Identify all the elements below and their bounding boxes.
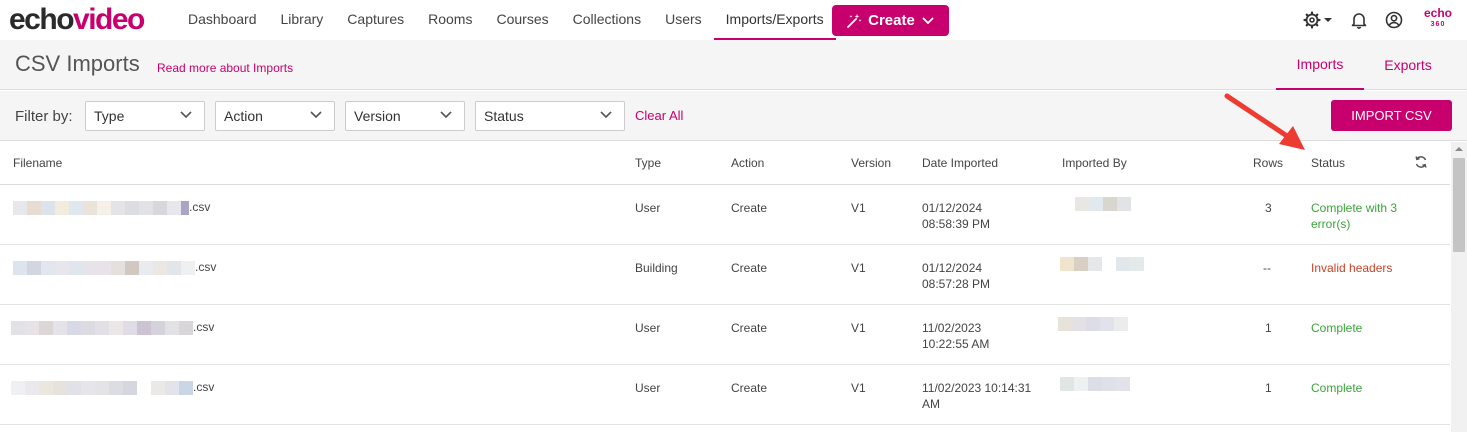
date-imported-cell: 01/12/2024 08:57:28 PM (922, 261, 991, 291)
table-row[interactable]: .csv Building Create V1 01/12/2024 08:57… (0, 245, 1450, 305)
action-cell: Create (731, 201, 768, 215)
version-cell: V1 (851, 261, 866, 275)
filename-cell[interactable]: .csv (11, 319, 214, 335)
column-header-rows[interactable]: Rows (1253, 156, 1283, 170)
scrollbar-thumb[interactable] (1453, 158, 1465, 252)
page-header: CSV Imports Read more about Imports Impo… (0, 40, 1467, 90)
action-filter-select[interactable]: Action (215, 101, 335, 131)
echo360-logo[interactable]: echo 360 (1424, 7, 1452, 30)
filter-label: Filter by: (15, 108, 73, 125)
caret-down-icon (1324, 18, 1332, 22)
nav-dashboard[interactable]: Dashboard (176, 0, 269, 38)
column-header-date-imported[interactable]: Date Imported (922, 156, 998, 170)
filename-cell[interactable]: .csv (13, 259, 216, 275)
column-header-version[interactable]: Version (851, 156, 891, 170)
nav-users[interactable]: Users (653, 0, 714, 38)
version-filter-select[interactable]: Version (345, 101, 465, 131)
action-cell: Create (731, 261, 768, 275)
bell-icon (1351, 13, 1367, 29)
status-filter-select[interactable]: Status (475, 101, 625, 131)
redacted-filename (13, 260, 195, 275)
import-csv-button[interactable]: IMPORT CSV (1331, 100, 1452, 131)
tab-exports[interactable]: Exports (1366, 40, 1450, 90)
account-button[interactable] (1385, 11, 1403, 29)
status-cell: Invalid headers (1311, 261, 1393, 275)
rows-cell: -- (1263, 261, 1271, 275)
column-header-filename[interactable]: Filename (13, 156, 62, 170)
vertical-scrollbar[interactable] (1451, 142, 1467, 432)
nav-courses[interactable]: Courses (484, 0, 560, 38)
action-cell: Create (731, 381, 768, 395)
page-title: CSV Imports (15, 51, 140, 76)
redacted-filename (11, 320, 193, 335)
settings-menu[interactable] (1303, 11, 1333, 29)
rows-cell: 3 (1265, 201, 1272, 215)
column-header-action[interactable]: Action (731, 156, 764, 170)
chevron-down-icon (440, 111, 452, 119)
type-cell: User (635, 321, 661, 335)
chevron-down-icon (600, 111, 612, 119)
table-row[interactable]: .csv User Create V1 11/02/2023 10:22:55 … (0, 305, 1450, 365)
nav-rooms[interactable]: Rooms (416, 0, 484, 38)
echovideo-logo[interactable]: echovideo (9, 3, 145, 37)
version-cell: V1 (851, 201, 866, 215)
redacted-imported-by (1060, 257, 1144, 271)
column-header-type[interactable]: Type (635, 156, 661, 170)
column-header-status[interactable]: Status (1311, 156, 1345, 170)
redacted-filename (11, 380, 193, 395)
rows-cell: 1 (1265, 381, 1272, 395)
notifications-button[interactable] (1351, 11, 1367, 29)
redacted-imported-by (1058, 317, 1128, 331)
create-button[interactable]: Create (832, 5, 949, 36)
gear-icon (1303, 11, 1321, 29)
chevron-down-icon (310, 111, 322, 119)
chevron-down-icon (180, 111, 192, 119)
scroll-up-arrow-icon[interactable] (1455, 146, 1463, 152)
redacted-filename (13, 200, 189, 215)
main-nav: Dashboard Library Captures Rooms Courses… (176, 0, 836, 40)
tab-imports[interactable]: Imports (1276, 40, 1364, 90)
top-navigation: echovideo Dashboard Library Captures Roo… (0, 0, 1467, 40)
filename-cell[interactable]: .csv (13, 199, 210, 215)
read-more-link[interactable]: Read more about Imports (157, 61, 293, 75)
nav-captures[interactable]: Captures (335, 0, 416, 38)
date-imported-cell: 11/02/2023 10:14:31 AM (922, 381, 1032, 411)
refresh-icon[interactable] (1414, 155, 1428, 169)
status-cell: Complete (1311, 321, 1363, 335)
date-imported-cell: 11/02/2023 10:22:55 AM (922, 321, 990, 351)
status-cell: Complete with 3 error(s) (1311, 201, 1398, 231)
type-cell: User (635, 201, 661, 215)
filename-cell[interactable]: .csv (11, 379, 214, 395)
date-imported-cell: 01/12/2024 08:58:39 PM (922, 201, 991, 231)
chevron-down-icon (922, 16, 934, 24)
type-cell: Building (635, 261, 678, 275)
version-cell: V1 (851, 381, 866, 395)
user-circle-icon (1385, 11, 1403, 29)
table-row[interactable]: .csv User Create V1 11/02/2023 10:14:31 … (0, 365, 1450, 425)
imports-table: Filename Type Action Version Date Import… (0, 142, 1450, 425)
type-cell: User (635, 381, 661, 395)
clear-all-link[interactable]: Clear All (635, 108, 683, 123)
type-filter-select[interactable]: Type (85, 101, 205, 131)
nav-collections[interactable]: Collections (561, 0, 653, 38)
table-row[interactable]: .csv User Create V1 01/12/2024 08:58:39 … (0, 185, 1450, 245)
annotation-arrow-icon (1224, 93, 1305, 150)
action-cell: Create (731, 321, 768, 335)
nav-imports-exports[interactable]: Imports/Exports (713, 0, 836, 40)
nav-library[interactable]: Library (269, 0, 336, 38)
version-cell: V1 (851, 321, 866, 335)
status-cell: Complete (1311, 381, 1363, 395)
redacted-imported-by (1075, 197, 1131, 211)
rows-cell: 1 (1265, 321, 1272, 335)
column-header-imported-by[interactable]: Imported By (1062, 156, 1127, 170)
redacted-imported-by (1060, 377, 1130, 391)
magic-wand-icon (847, 13, 862, 28)
